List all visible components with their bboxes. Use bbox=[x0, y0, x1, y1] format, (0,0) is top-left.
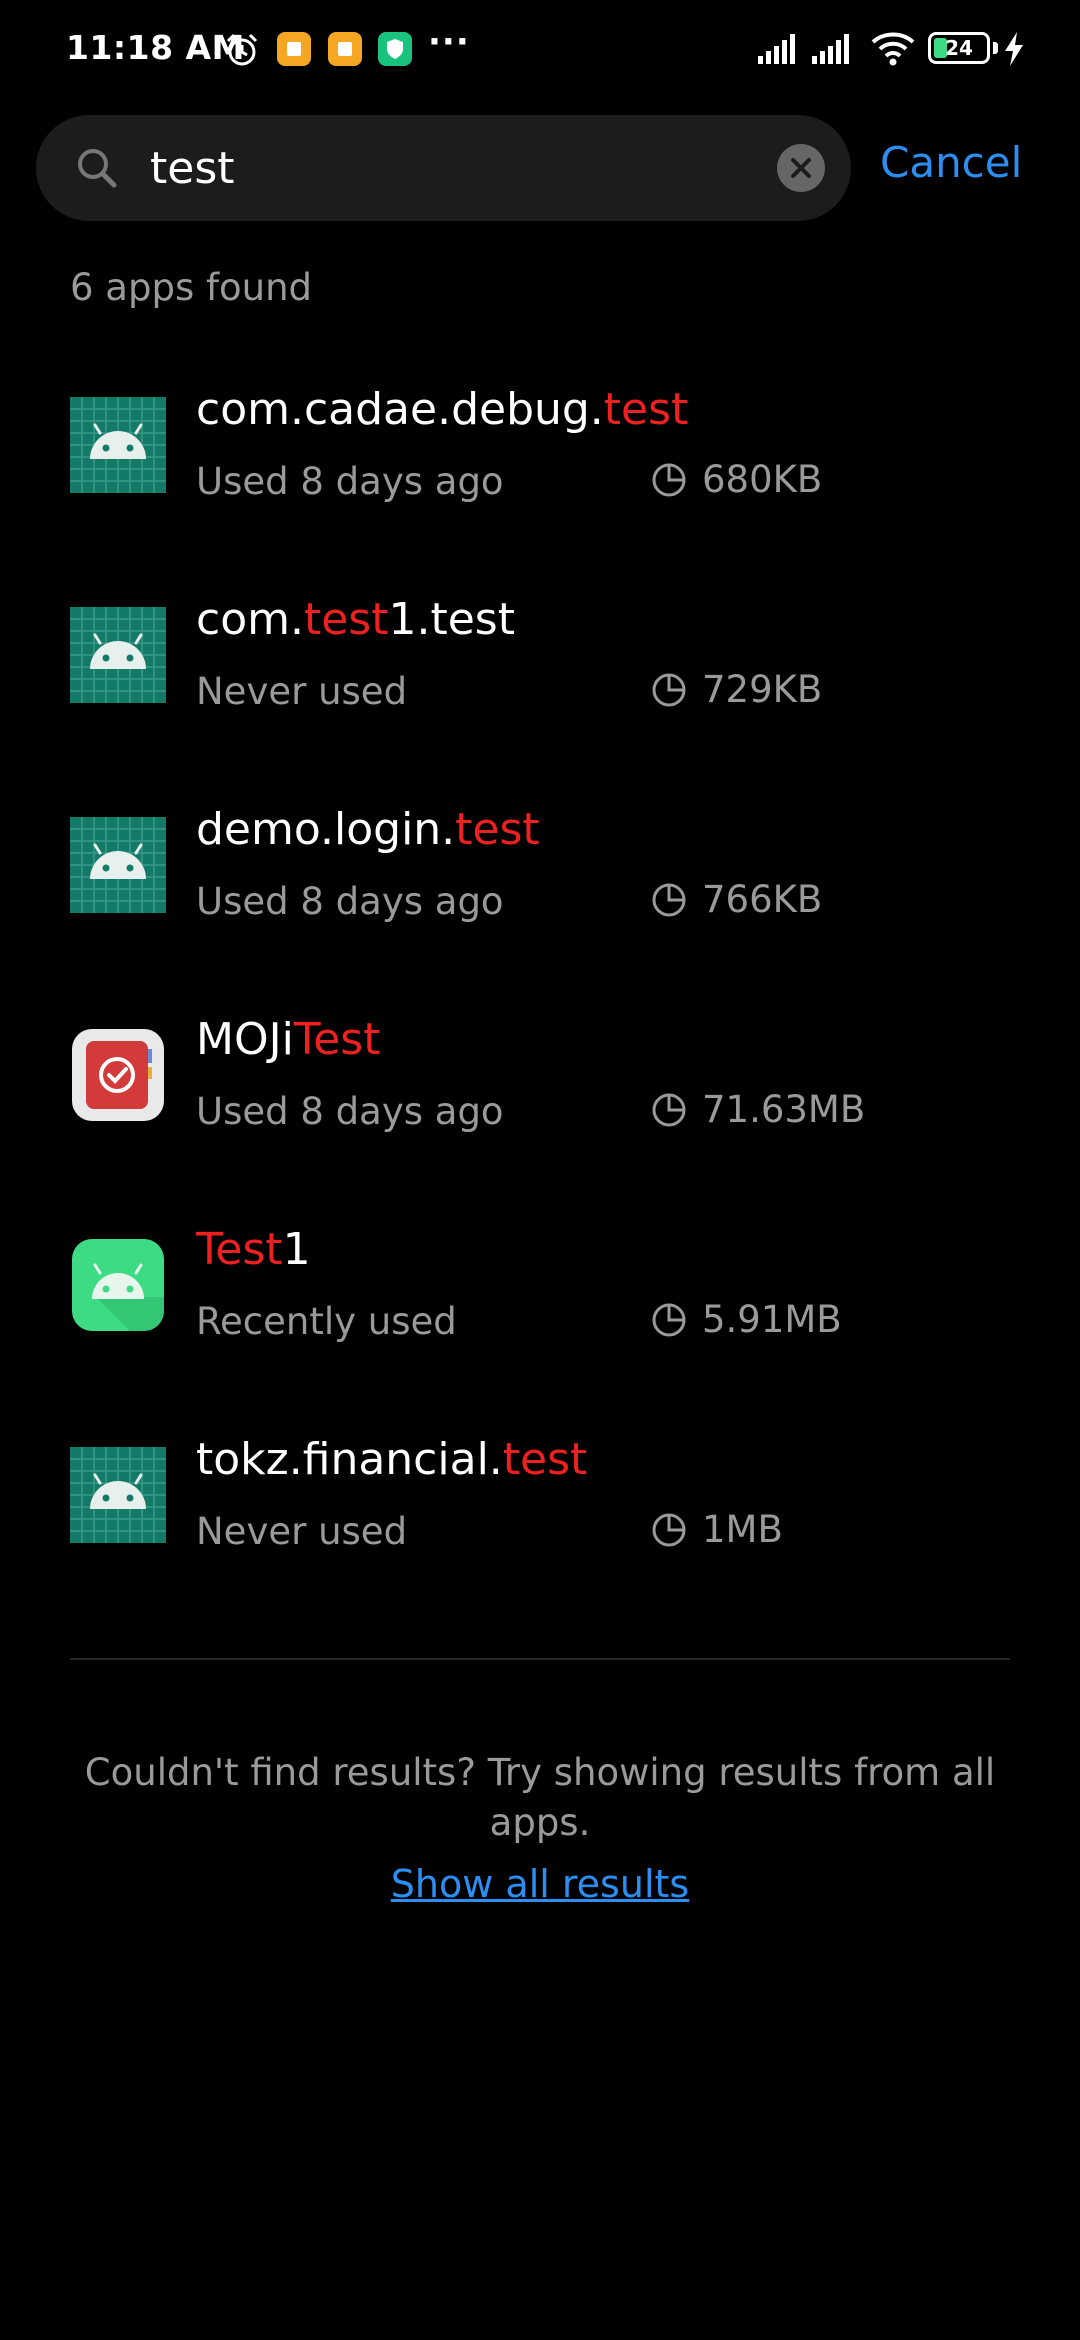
list-item[interactable]: demo.login.test Used 8 days ago 766KB bbox=[0, 770, 1080, 980]
list-item[interactable]: com.cadae.debug.test Used 8 days ago 680… bbox=[0, 350, 1080, 560]
android-grid-icon bbox=[70, 817, 166, 913]
list-item[interactable]: MOJiTest Used 8 days ago 71.63MB bbox=[0, 980, 1080, 1190]
list-item[interactable]: Test1 Recently used 5.91MB bbox=[0, 1190, 1080, 1400]
app-usage: Never used bbox=[196, 670, 408, 713]
app-size: 729KB bbox=[650, 668, 822, 711]
search-input[interactable] bbox=[150, 133, 770, 203]
android-green-icon bbox=[72, 1239, 164, 1331]
battery-icon: 24 bbox=[928, 32, 990, 64]
app-size: 71.63MB bbox=[650, 1088, 865, 1131]
app-results-list: com.cadae.debug.test Used 8 days ago 680… bbox=[0, 350, 1080, 1610]
list-item[interactable]: tokz.financial.test Never used 1MB bbox=[0, 1400, 1080, 1610]
charging-icon bbox=[1005, 32, 1023, 66]
battery-level: 24 bbox=[945, 36, 973, 60]
app-name: Test1 bbox=[196, 1224, 311, 1275]
app-notification-icon bbox=[328, 32, 362, 66]
more-notifications-icon: ··· bbox=[428, 22, 470, 62]
no-results-hint: Couldn't find results? Try showing resul… bbox=[84, 1751, 996, 1844]
app-size: 1MB bbox=[650, 1508, 783, 1551]
wifi-icon bbox=[871, 32, 915, 66]
app-usage: Recently used bbox=[196, 1300, 457, 1343]
app-usage: Never used bbox=[196, 1510, 408, 1553]
app-name: com.test1.test bbox=[196, 594, 515, 645]
shield-icon bbox=[378, 32, 412, 66]
divider bbox=[70, 1658, 1010, 1660]
pie-chart-icon bbox=[650, 1301, 688, 1339]
pie-chart-icon bbox=[650, 1091, 688, 1129]
app-usage: Used 8 days ago bbox=[196, 880, 504, 923]
show-all-results-label[interactable]: Show all results bbox=[391, 1862, 689, 1906]
signal-icon bbox=[812, 34, 849, 64]
pie-chart-icon bbox=[650, 1511, 688, 1549]
android-grid-icon bbox=[70, 1447, 166, 1543]
android-grid-icon bbox=[70, 397, 166, 493]
search-bar[interactable] bbox=[36, 115, 851, 221]
app-name: tokz.financial.test bbox=[196, 1434, 588, 1485]
pie-chart-icon bbox=[650, 671, 688, 709]
app-usage: Used 8 days ago bbox=[196, 1090, 504, 1133]
alarm-icon bbox=[226, 33, 258, 66]
signal-icon bbox=[758, 34, 795, 64]
clear-search-button[interactable] bbox=[777, 144, 825, 192]
cancel-button[interactable]: Cancel bbox=[880, 138, 1022, 187]
pie-chart-icon bbox=[650, 881, 688, 919]
pie-chart-icon bbox=[650, 461, 688, 499]
app-usage: Used 8 days ago bbox=[196, 460, 504, 503]
search-icon bbox=[78, 149, 117, 188]
app-notification-icon bbox=[277, 32, 311, 66]
app-size: 766KB bbox=[650, 878, 822, 921]
close-icon bbox=[791, 158, 811, 178]
app-name: MOJiTest bbox=[196, 1014, 381, 1065]
app-size: 680KB bbox=[650, 458, 822, 501]
results-count: 6 apps found bbox=[70, 266, 313, 309]
show-all-results-link: Show all results bbox=[0, 1862, 1080, 1906]
app-size: 5.91MB bbox=[650, 1298, 842, 1341]
moji-checklist-icon bbox=[72, 1029, 164, 1121]
android-grid-icon bbox=[70, 607, 166, 703]
status-bar: 11:18 AM ··· 24 bbox=[0, 0, 1080, 100]
status-time: 11:18 AM bbox=[66, 28, 245, 67]
list-item[interactable]: com.test1.test Never used 729KB bbox=[0, 560, 1080, 770]
app-name: com.cadae.debug.test bbox=[196, 384, 689, 435]
app-name: demo.login.test bbox=[196, 804, 540, 855]
